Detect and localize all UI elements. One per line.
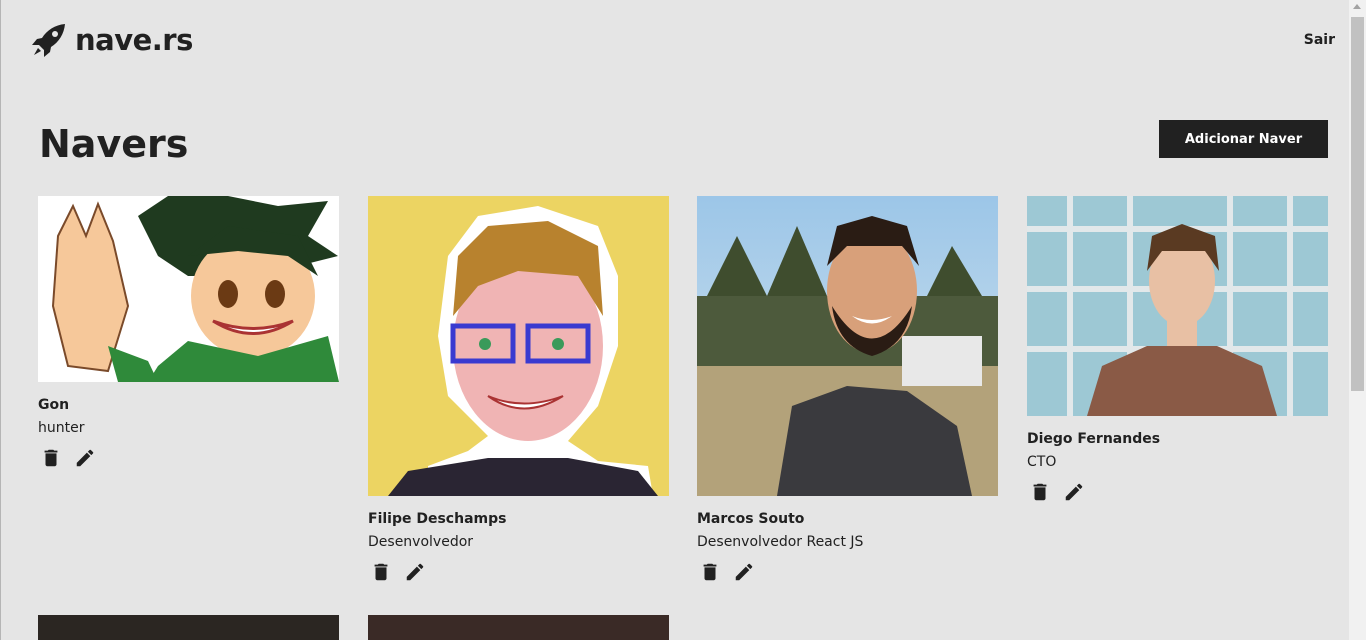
trash-icon[interactable]: [370, 561, 390, 583]
naver-role: CTO: [1027, 454, 1057, 470]
naver-role: Desenvolvedor React JS: [697, 534, 864, 550]
scrollbar-thumb[interactable]: [1351, 17, 1364, 391]
naver-photo[interactable]: [1027, 196, 1328, 416]
add-naver-button[interactable]: Adicionar Naver: [1159, 120, 1328, 158]
naver-photo[interactable]: [38, 196, 339, 382]
naver-name: Diego Fernandes: [1027, 431, 1161, 447]
vertical-scrollbar[interactable]: [1349, 0, 1366, 640]
naver-role: Desenvolvedor: [368, 534, 474, 550]
trash-icon[interactable]: [1029, 481, 1049, 503]
brand-name: nave.rs: [75, 23, 193, 57]
top-bar: nave.rs Sair: [0, 0, 1350, 84]
pencil-icon[interactable]: [404, 561, 424, 583]
naver-card: [368, 615, 669, 640]
naver-card: [38, 615, 339, 640]
rocket-icon: [32, 24, 65, 57]
naver-card: Filipe Deschamps Desenvolvedor: [368, 196, 669, 583]
scroll-up-arrow-icon[interactable]: [1353, 4, 1361, 9]
naver-photo[interactable]: [697, 196, 998, 496]
naver-card: Diego Fernandes CTO: [1027, 196, 1328, 503]
brand-logo[interactable]: nave.rs: [31, 22, 193, 58]
naver-photo[interactable]: [38, 615, 339, 640]
trash-icon[interactable]: [699, 561, 719, 583]
naver-card: Gon hunter: [38, 196, 339, 469]
naver-card: Marcos Souto Desenvolvedor React JS: [697, 196, 998, 583]
logout-link[interactable]: Sair: [1304, 32, 1335, 48]
naver-role: hunter: [38, 420, 85, 436]
pencil-icon[interactable]: [733, 561, 753, 583]
naver-name: Marcos Souto: [697, 511, 805, 527]
trash-icon[interactable]: [40, 447, 60, 469]
naver-name: Filipe Deschamps: [368, 511, 507, 527]
pencil-icon[interactable]: [74, 447, 94, 469]
page-title: Navers: [39, 122, 189, 166]
window-border: [0, 0, 1, 640]
naver-name: Gon: [38, 397, 70, 413]
pencil-icon[interactable]: [1063, 481, 1083, 503]
naver-photo[interactable]: [368, 615, 669, 640]
naver-photo[interactable]: [368, 196, 669, 496]
